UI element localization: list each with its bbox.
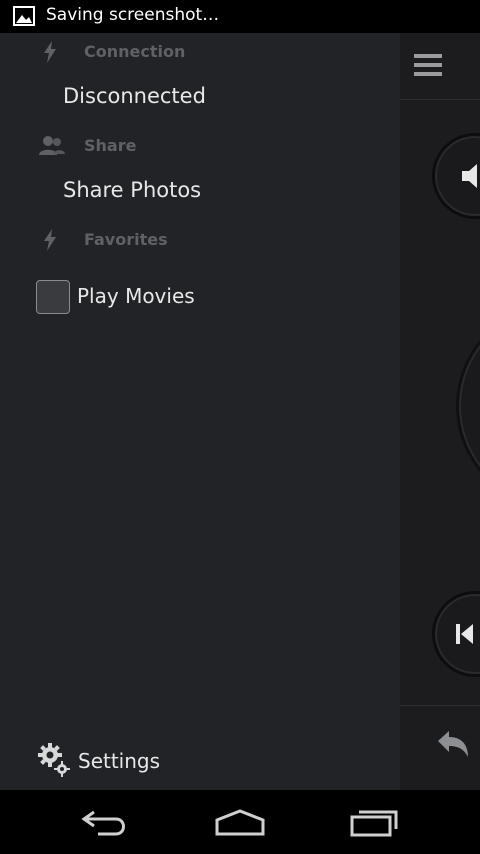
menu-item-disconnected[interactable]: Disconnected bbox=[63, 84, 206, 108]
section-label-favorites: Favorites bbox=[84, 230, 168, 249]
previous-button[interactable] bbox=[432, 591, 480, 677]
reply-arrow-icon[interactable] bbox=[436, 729, 470, 761]
section-header-favorites: Favorites bbox=[0, 223, 400, 257]
home-icon[interactable] bbox=[214, 808, 266, 838]
section-header-connection: Connection bbox=[0, 35, 400, 69]
menu-item-share-photos[interactable]: Share Photos bbox=[63, 178, 201, 202]
speaker-icon bbox=[462, 164, 477, 188]
bolt-icon bbox=[44, 229, 56, 251]
hamburger-icon[interactable] bbox=[413, 52, 443, 78]
bolt-icon bbox=[44, 41, 56, 63]
image-icon bbox=[13, 6, 35, 26]
skip-previous-icon bbox=[456, 624, 473, 644]
volume-button[interactable] bbox=[432, 133, 480, 219]
people-icon bbox=[39, 136, 65, 155]
back-icon[interactable] bbox=[80, 808, 132, 838]
main-content-panel bbox=[400, 33, 480, 790]
system-nav-bar bbox=[0, 790, 480, 854]
play-movies-checkbox[interactable] bbox=[36, 280, 70, 314]
main-header bbox=[400, 33, 480, 100]
footer-divider bbox=[400, 705, 480, 706]
status-bar: Saving screenshot… bbox=[0, 0, 480, 33]
settings-label: Settings bbox=[78, 749, 161, 773]
section-label-share: Share bbox=[84, 136, 137, 155]
settings-item[interactable]: Settings bbox=[38, 743, 338, 779]
section-header-share: Share bbox=[0, 129, 400, 163]
recent-apps-icon[interactable] bbox=[348, 808, 400, 838]
play-movies-label: Play Movies bbox=[77, 284, 195, 308]
gear-icon bbox=[38, 743, 70, 777]
play-movies-row[interactable]: Play Movies bbox=[36, 280, 396, 316]
section-label-connection: Connection bbox=[84, 42, 186, 61]
main-dial[interactable] bbox=[456, 303, 480, 509]
navigation-drawer: Connection Disconnected Share Share Phot… bbox=[0, 33, 400, 790]
status-notification-text: Saving screenshot… bbox=[46, 5, 220, 25]
